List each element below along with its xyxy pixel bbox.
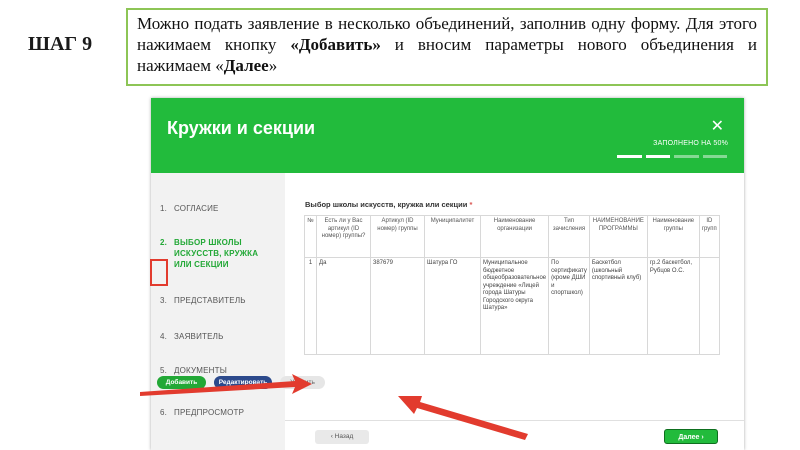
arrow-to-edit-icon	[398, 396, 528, 440]
annotation-arrows	[140, 374, 528, 440]
arrow-to-add-icon	[140, 374, 312, 396]
